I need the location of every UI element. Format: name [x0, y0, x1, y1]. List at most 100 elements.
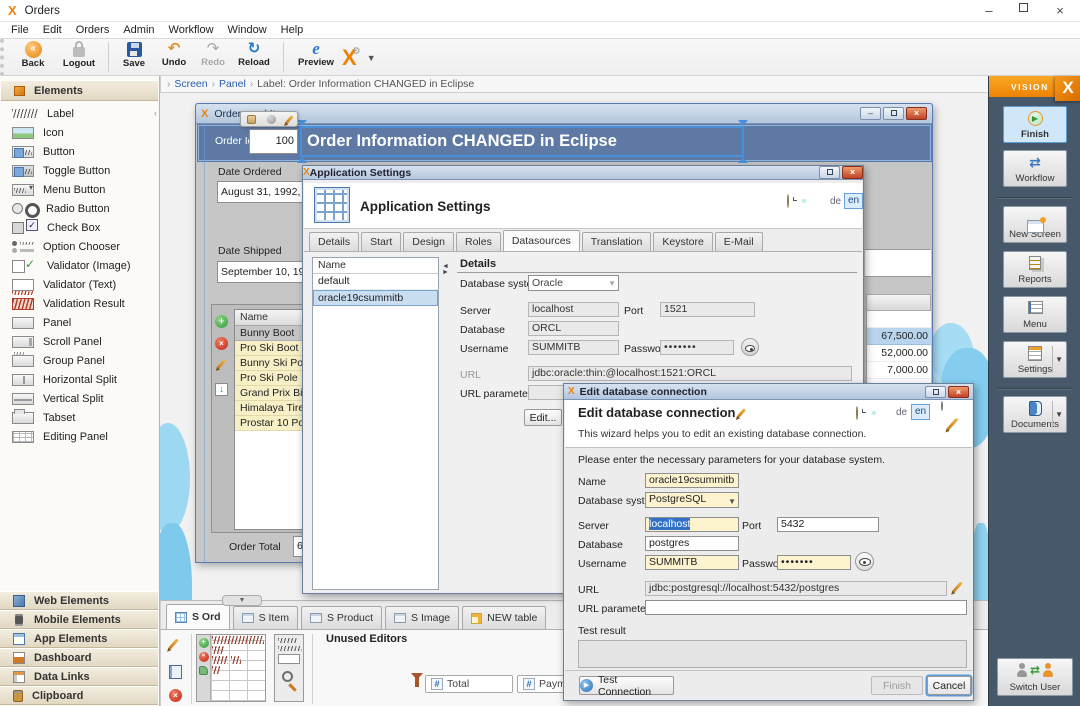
tab-keystore[interactable]: Keystore [653, 232, 712, 251]
back-button[interactable]: « Back [12, 41, 54, 69]
database-system-select[interactable]: PostgreSQL ▼ [645, 492, 739, 508]
switch-user-button[interactable]: ⇄ Switch User [997, 658, 1073, 696]
menu-orders[interactable]: Orders [69, 24, 117, 36]
edit-url-pencil-icon[interactable] [952, 582, 962, 593]
workflow-button[interactable]: ⇄ Workflow [1003, 150, 1067, 187]
element-item-editing-panel[interactable]: Editing Panel [0, 427, 158, 446]
element-item-tabset[interactable]: Tabset [0, 408, 158, 427]
element-item-radio-button[interactable]: Radio Button [0, 199, 158, 218]
tab-new-table[interactable]: NEW table [462, 606, 546, 629]
element-item-validator-text[interactable]: Validator (Text) [0, 275, 158, 294]
finish-button[interactable]: ▶ Finish [1003, 106, 1067, 143]
list-item[interactable]: default [313, 274, 438, 290]
remove-icon[interactable]: × [169, 689, 182, 702]
settings-button[interactable]: Settings ▼ [1003, 341, 1067, 378]
dropdown-arrow-icon[interactable]: ▼ [1055, 355, 1063, 364]
finish-button[interactable]: Finish [871, 676, 923, 695]
maximize-icon[interactable] [925, 386, 946, 398]
add-row-icon[interactable]: + [215, 315, 228, 328]
test-connection-button[interactable]: ▶ Test Connection [579, 676, 674, 695]
reload-button[interactable]: ↻ Reload [233, 41, 275, 68]
username-input[interactable]: SUMMITB [645, 555, 739, 570]
server-input[interactable]: localhost [645, 517, 739, 532]
tab-s-image[interactable]: S Image [385, 606, 459, 629]
selection-handle[interactable] [297, 120, 307, 126]
port-input[interactable]: 5432 [777, 517, 879, 532]
history-icon[interactable] [856, 406, 858, 420]
dropdown-arrow-icon[interactable]: ▼ [367, 53, 376, 63]
close-icon[interactable]: × [842, 166, 863, 179]
element-item-scroll-panel[interactable]: Scroll Panel [0, 332, 158, 351]
lang-en-button[interactable]: en [911, 404, 930, 420]
delete-icon[interactable]: × [199, 652, 209, 662]
breadcrumb-panel[interactable]: Panel [219, 78, 246, 90]
lang-en-button[interactable]: en [844, 193, 863, 209]
close-icon[interactable]: × [1040, 3, 1080, 18]
table-cell[interactable]: 52,000.00 [867, 345, 931, 362]
date-shipped-input[interactable]: September 10, 1992 [217, 261, 303, 283]
tab-s-product[interactable]: S Product [301, 606, 382, 629]
element-item-vertical-split[interactable]: Vertical Split [0, 389, 158, 408]
lang-de-button[interactable]: de [830, 196, 841, 207]
search-editor-widget[interactable] [274, 634, 304, 702]
element-item-toggle-button[interactable]: Toggle Button [0, 161, 158, 180]
section-data-links[interactable]: Data Links [0, 667, 158, 686]
menu-button[interactable]: Menu [1003, 296, 1067, 333]
element-item-menu-button[interactable]: Menu Button [0, 180, 158, 199]
element-item-icon[interactable]: Icon [0, 123, 158, 142]
menu-help[interactable]: Help [274, 24, 311, 36]
section-web-elements[interactable]: Web Elements [0, 591, 158, 610]
section-mobile-elements[interactable]: Mobile Elements [0, 610, 158, 629]
filter-funnel-icon[interactable] [411, 673, 423, 692]
app-settings-titlebar[interactable]: X Application Settings × [303, 166, 863, 180]
minimize-icon[interactable]: – [860, 107, 881, 120]
breadcrumb-screen[interactable]: Screen [174, 78, 207, 90]
url-input[interactable]: jdbc:postgresql://localhost:5432/postgre… [645, 581, 947, 596]
list-item-selected[interactable]: oracle19csummitb [313, 290, 438, 306]
tab-datasources[interactable]: Datasources [503, 230, 580, 251]
tab-start[interactable]: Start [361, 232, 401, 251]
tab-design[interactable]: Design [403, 232, 454, 251]
table-cell[interactable]: 67,500.00 [867, 328, 931, 345]
element-item-group-panel[interactable]: Group Panel [0, 351, 158, 370]
redo-button[interactable]: ↷ Redo [195, 41, 231, 68]
date-ordered-input[interactable]: August 31, 1992, 12 [217, 181, 303, 203]
table-editor-widget[interactable]: + × [196, 634, 266, 702]
order-id-input[interactable]: 100 [249, 129, 298, 154]
element-item-validation-result[interactable]: Validation Result [0, 294, 158, 313]
editor-chip-total[interactable]: # Total [425, 675, 513, 693]
element-item-validator-image[interactable]: Validator (Image) [0, 256, 158, 275]
selection-handle[interactable] [738, 157, 748, 163]
logout-button[interactable]: Logout [56, 41, 102, 69]
element-item-button[interactable]: Button [0, 142, 158, 161]
database-input[interactable]: ORCL [528, 321, 619, 336]
edit-row-icon[interactable] [220, 359, 231, 372]
visionx-launch-button[interactable]: X⚙ ▼ [342, 45, 376, 71]
component-icon[interactable] [247, 115, 256, 124]
elements-panel-header[interactable]: Elements [1, 80, 158, 101]
section-app-elements[interactable]: App Elements [0, 629, 158, 648]
table-cell[interactable] [867, 311, 931, 328]
maximize-icon[interactable] [883, 107, 904, 120]
server-input[interactable]: localhost [528, 302, 619, 317]
element-item-option-chooser[interactable]: Option Chooser [0, 237, 158, 256]
element-item-horizontal-split[interactable]: Horizontal Split [0, 370, 158, 389]
panel-collapse-button[interactable]: ▼ [222, 595, 262, 606]
tab-email[interactable]: E-Mail [715, 232, 763, 251]
lang-de-button[interactable]: de [896, 407, 907, 418]
visionx-logo[interactable]: X [1055, 76, 1080, 101]
minimize-icon[interactable]: – [972, 3, 1006, 18]
edit-pencil-icon[interactable] [286, 115, 294, 124]
cancel-button[interactable]: Cancel [927, 676, 971, 695]
url-input[interactable]: jdbc:oracle:thin:@localhost:1521:ORCL [528, 366, 852, 381]
selection-handle[interactable] [738, 120, 748, 126]
tab-s-ord[interactable]: S Ord [166, 604, 230, 629]
documents-button[interactable]: Documents ▼ [1003, 396, 1067, 433]
maximize-icon[interactable] [1006, 3, 1040, 18]
tag-icon[interactable] [199, 666, 208, 675]
tab-s-item[interactable]: S Item [233, 606, 298, 629]
edit-datasource-button[interactable]: Edit... [524, 409, 562, 426]
close-icon[interactable]: × [948, 386, 969, 398]
username-input[interactable]: SUMMITB [528, 340, 619, 355]
element-item-panel[interactable]: Panel [0, 313, 158, 332]
